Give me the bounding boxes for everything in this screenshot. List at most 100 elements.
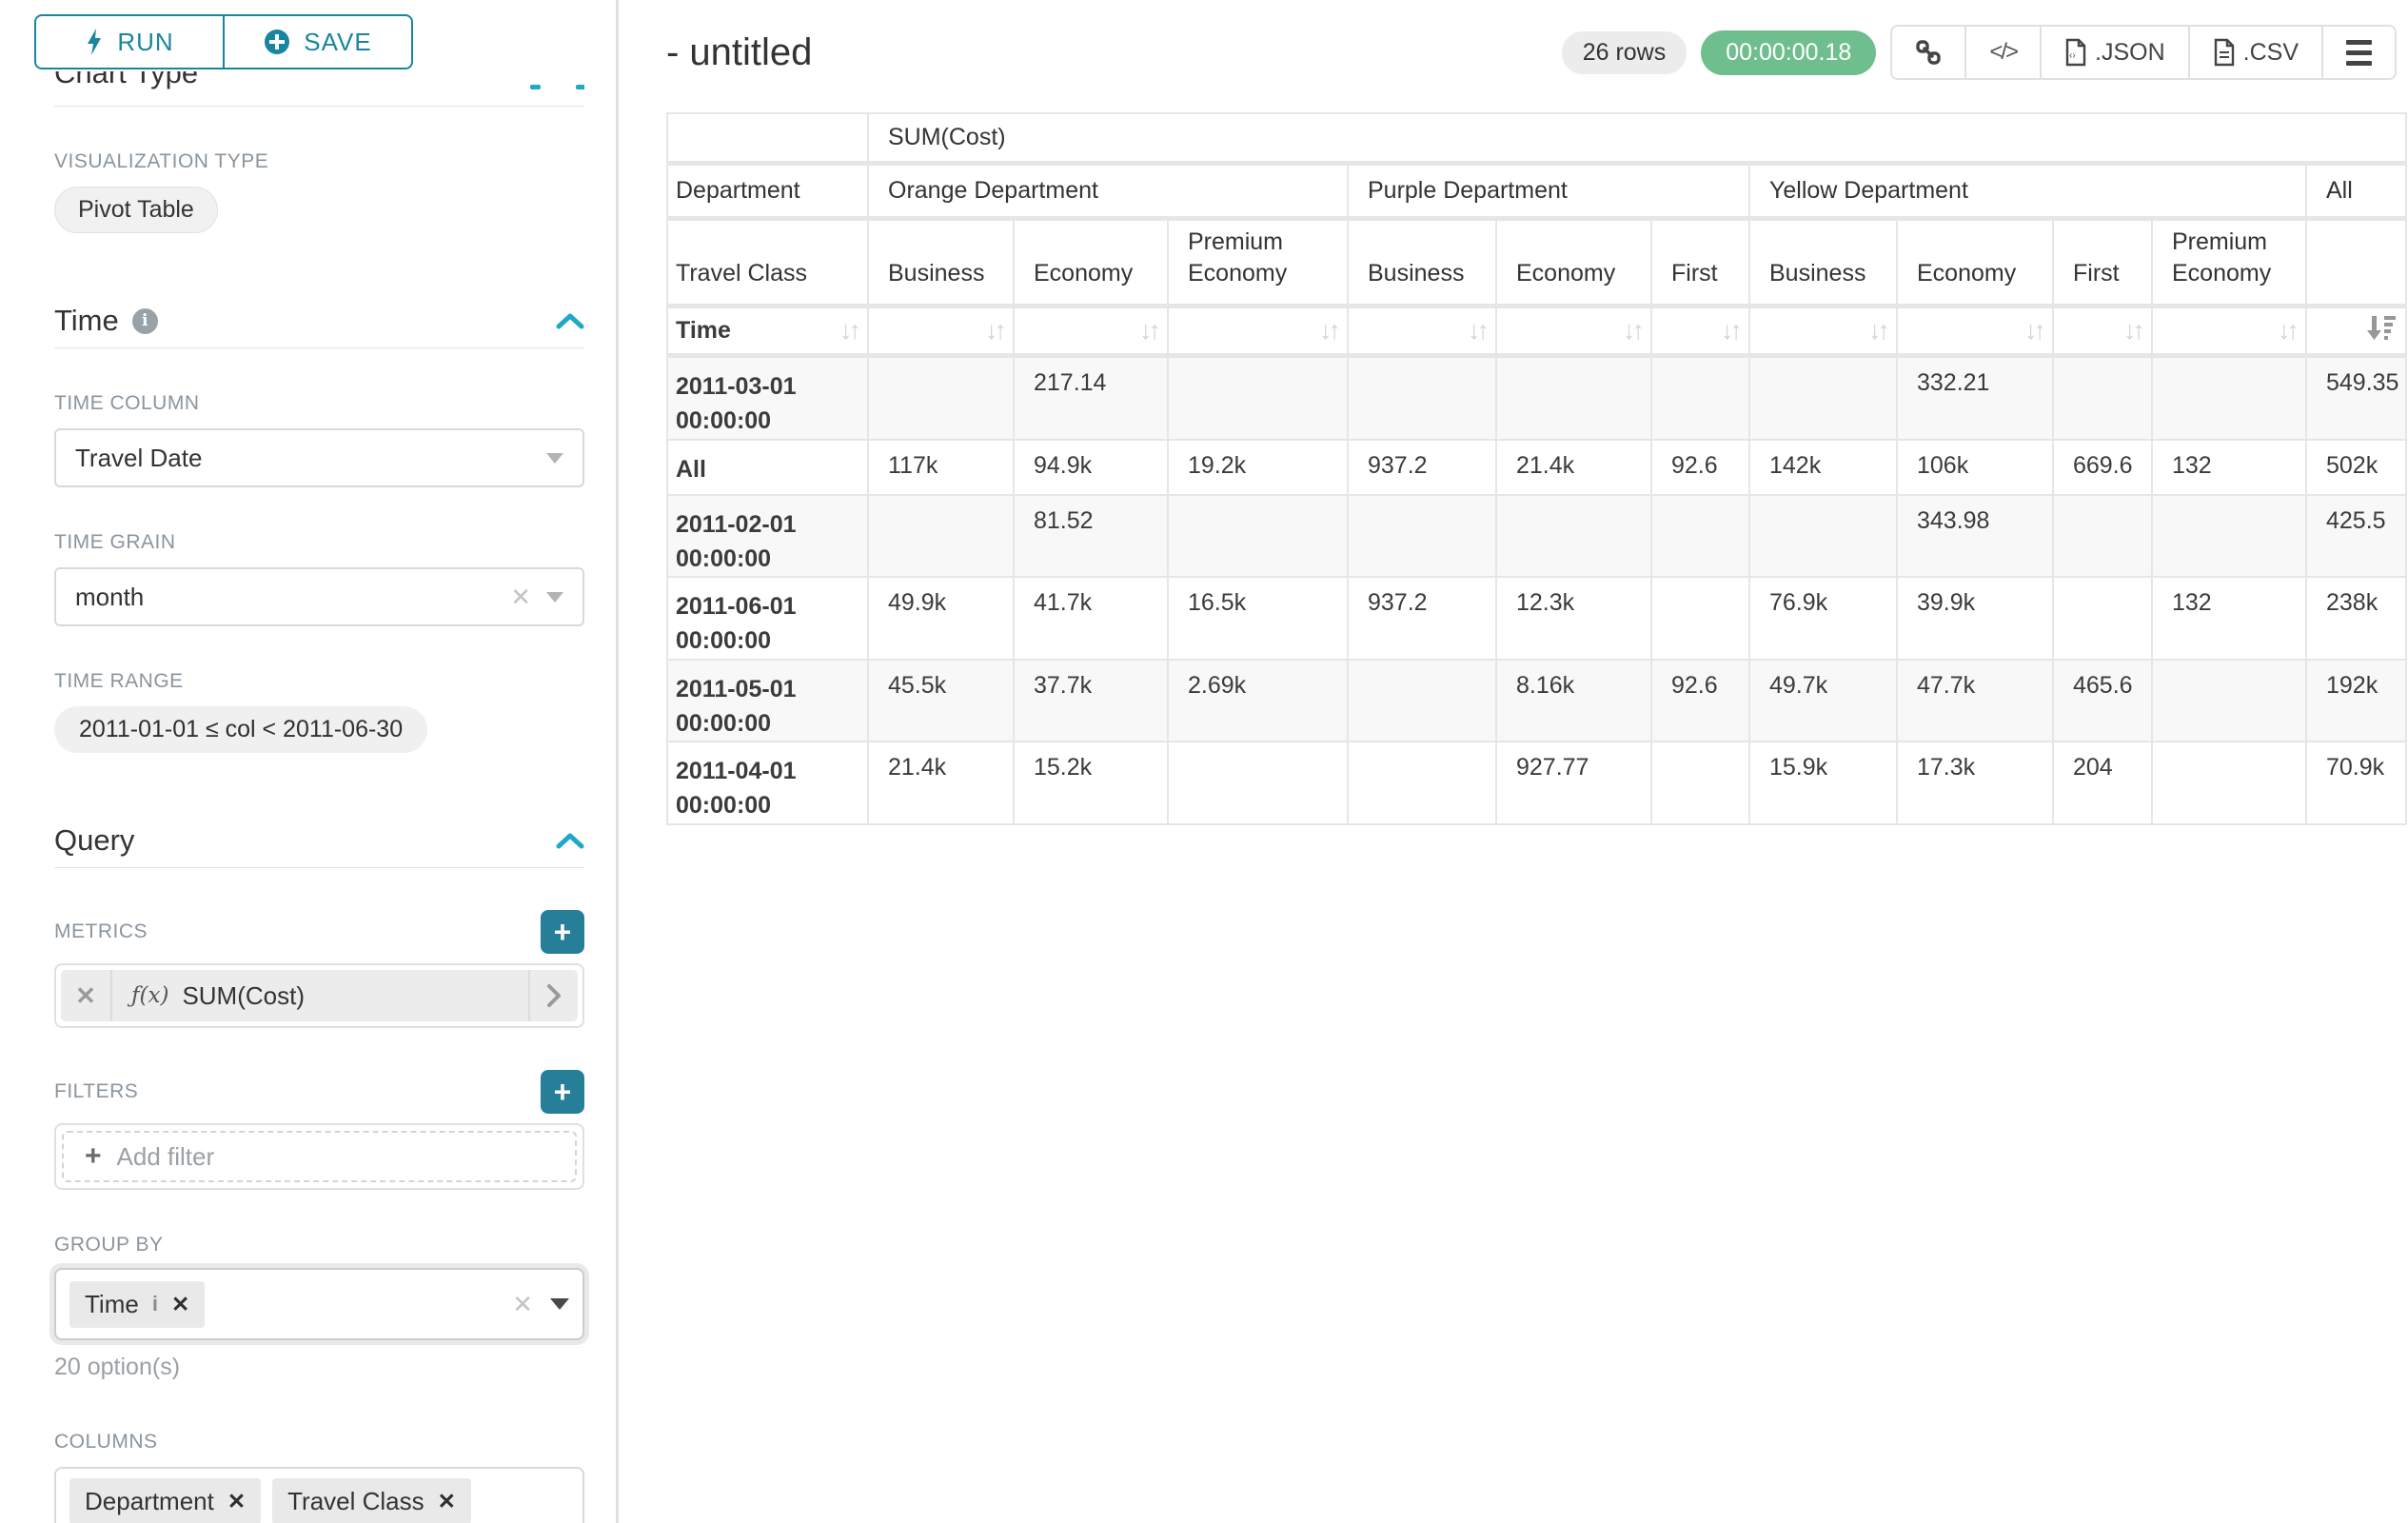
- remove-chip-icon[interactable]: ✕: [227, 1489, 246, 1514]
- explore-page: RUN SAVE Chart Type VISUALIZATION TYPE P…: [0, 0, 2408, 1523]
- table-cell: 2.69k: [1169, 661, 1349, 743]
- metric-name: SUM(Cost): [182, 981, 305, 1011]
- time-section-title: Time: [54, 304, 119, 338]
- save-button[interactable]: SAVE: [224, 14, 413, 69]
- run-button-label: RUN: [117, 28, 173, 57]
- export-json-button[interactable]: ‹› .JSON: [2042, 27, 2190, 78]
- table-row: 2011-05-01 00:00:0045.5k37.7k2.69k8.16k9…: [668, 661, 2407, 743]
- clear-icon[interactable]: ✕: [512, 1290, 533, 1319]
- table-cell: 502k: [2307, 441, 2407, 496]
- columns-label: COLUMNS: [54, 1431, 584, 1454]
- table-cell: [2153, 358, 2307, 441]
- table-cell: 37.7k: [1015, 661, 1169, 743]
- sort-icon[interactable]: ↓↑: [1623, 316, 1641, 345]
- run-button[interactable]: RUN: [34, 14, 224, 69]
- visualization-type-pill[interactable]: Pivot Table: [54, 187, 218, 233]
- pivot-head: SUM(Cost)DepartmentOrange DepartmentPurp…: [668, 114, 2407, 358]
- table-cell: [2054, 496, 2153, 579]
- table-cell: 21.4k: [869, 742, 1015, 825]
- time-column-select[interactable]: Travel Date: [54, 428, 584, 487]
- query-section-title: Query: [54, 823, 134, 858]
- table-cell: 41.7k: [1015, 578, 1169, 661]
- chart-area: - untitled 26 rows 00:00:00.18 </> ‹› .J…: [622, 0, 2408, 1523]
- sort-icon[interactable]: ↓↑: [839, 316, 858, 346]
- time-grain-label: TIME GRAIN: [54, 531, 584, 554]
- table-row: 2011-02-01 00:00:0081.52343.98425.5: [668, 496, 2407, 579]
- time-section-header: Time i: [54, 304, 584, 338]
- table-cell: 49.9k: [869, 578, 1015, 661]
- sort-icon[interactable]: ↓↑: [2123, 316, 2142, 345]
- collapse-chevron-icon[interactable]: [556, 312, 584, 329]
- table-cell: 192k: [2307, 661, 2407, 743]
- columns-chip-department[interactable]: Department ✕: [69, 1478, 261, 1523]
- table-cell: 106k: [1898, 441, 2054, 496]
- table-cell: 937.2: [1349, 441, 1497, 496]
- plus-icon: +: [85, 1142, 102, 1171]
- sort-icon[interactable]: ↓↑: [2024, 316, 2043, 345]
- group-by-select[interactable]: Time i ✕ ✕: [54, 1268, 584, 1340]
- columns-select[interactable]: Department ✕ Travel Class ✕ ✕: [54, 1467, 584, 1523]
- columns-chip-travel-class[interactable]: Travel Class ✕: [272, 1478, 471, 1523]
- sub-column-header: Business: [1750, 221, 1898, 308]
- metric-pill[interactable]: ✕ ƒ(x) SUM(Cost): [61, 970, 578, 1021]
- table-cell: [1349, 496, 1497, 579]
- add-filter-button[interactable]: + Add filter: [62, 1131, 577, 1182]
- table-row: All117k94.9k19.2k937.221.4k92.6142k106k6…: [668, 441, 2407, 496]
- table-cell: 669.6: [2054, 441, 2153, 496]
- row-dimension-text: Time: [676, 317, 731, 345]
- remove-metric-icon[interactable]: ✕: [61, 970, 112, 1021]
- time-range-pill[interactable]: 2011-01-01 ≤ col < 2011-06-30: [54, 706, 427, 753]
- sort-icon[interactable]: ↓↑: [1319, 316, 1337, 345]
- chip-label: Department: [85, 1487, 214, 1516]
- table-cell: 94.9k: [1015, 441, 1169, 496]
- remove-chip-icon[interactable]: ✕: [438, 1489, 456, 1514]
- table-cell: 47.7k: [1898, 661, 2054, 743]
- sub-column-header: First: [1652, 221, 1750, 308]
- table-cell: 142k: [1750, 441, 1898, 496]
- sub-column-dimension-header: Travel Class: [668, 221, 869, 308]
- sort-icon[interactable]: ↓↑: [1868, 316, 1886, 345]
- group-by-options-hint: 20 option(s): [54, 1354, 584, 1381]
- divider: [54, 106, 584, 107]
- table-row: 2011-04-01 00:00:0021.4k15.2k927.7715.9k…: [668, 742, 2407, 825]
- view-query-button[interactable]: </>: [1966, 27, 2042, 78]
- chart-title[interactable]: - untitled: [666, 31, 812, 74]
- chevron-right-icon[interactable]: [528, 970, 578, 1021]
- table-cell: [2153, 496, 2307, 579]
- pivot-subcolumn-row: Travel ClassBusinessEconomyPremium Econo…: [668, 221, 2407, 308]
- sort-icon[interactable]: ↓↑: [1721, 316, 1739, 345]
- collapse-chevron-icon[interactable]: [556, 832, 584, 849]
- time-grain-value: month: [75, 583, 497, 612]
- menu-button[interactable]: [2323, 27, 2395, 78]
- sort-desc-icon[interactable]: [2366, 320, 2396, 346]
- sort-header-cell: ↓↑: [869, 308, 1015, 358]
- chevron-down-icon[interactable]: [550, 1298, 569, 1310]
- group-by-chip-time[interactable]: Time i ✕: [69, 1281, 205, 1328]
- add-filter-plus-button[interactable]: +: [541, 1070, 584, 1114]
- sub-column-header: Business: [1349, 221, 1497, 308]
- sort-icon[interactable]: ↓↑: [1139, 316, 1157, 345]
- remove-chip-icon[interactable]: ✕: [171, 1292, 189, 1317]
- table-cell: 21.4k: [1497, 441, 1652, 496]
- sort-icon[interactable]: ↓↑: [985, 316, 1003, 345]
- export-csv-button[interactable]: .CSV: [2190, 27, 2323, 78]
- sort-icon[interactable]: ↓↑: [2278, 316, 2296, 345]
- plus-circle-icon: [264, 29, 290, 55]
- share-link-button[interactable]: [1892, 27, 1966, 78]
- lightning-icon: [85, 28, 104, 56]
- column-group-header: All: [2307, 166, 2407, 221]
- table-row: 2011-03-01 00:00:00217.14332.21549.35: [668, 358, 2407, 441]
- sort-icon[interactable]: ↓↑: [1468, 316, 1486, 345]
- time-range-label: TIME RANGE: [54, 670, 584, 693]
- table-cell: [1750, 496, 1898, 579]
- table-cell: [1750, 358, 1898, 441]
- chip-label: Time: [85, 1290, 139, 1319]
- add-metric-button[interactable]: +: [541, 910, 584, 954]
- row-header: 2011-06-01 00:00:00: [668, 578, 869, 661]
- table-cell: 465.6: [2054, 661, 2153, 743]
- table-row: 2011-06-01 00:00:0049.9k41.7k16.5k937.21…: [668, 578, 2407, 661]
- time-grain-select[interactable]: month ✕: [54, 567, 584, 626]
- clear-icon[interactable]: ✕: [510, 583, 531, 612]
- info-icon: i: [132, 308, 158, 334]
- time-column-value: Travel Date: [75, 444, 531, 473]
